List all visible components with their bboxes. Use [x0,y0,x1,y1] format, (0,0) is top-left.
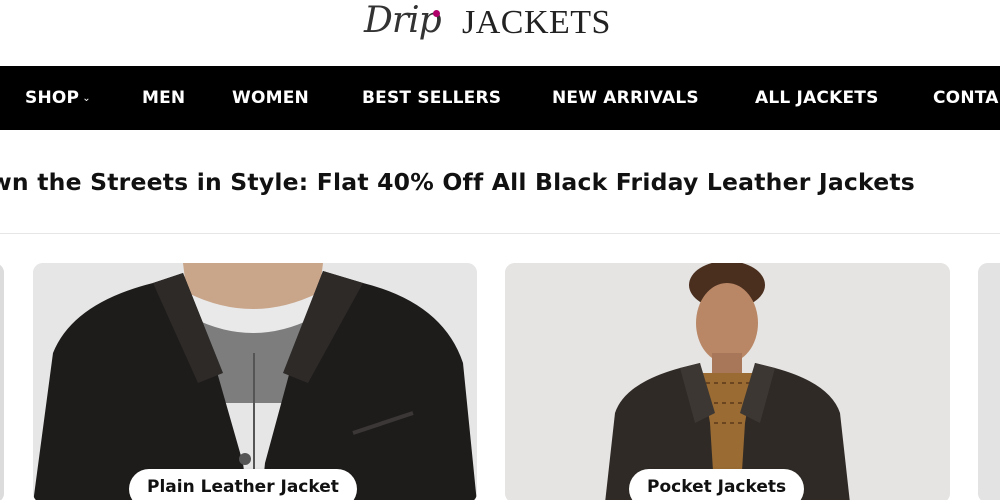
nav-item-new-arrivals[interactable]: NEW ARRIVALS [552,88,699,108]
logo-script-text: Drip [364,0,442,41]
nav-item-men[interactable]: MEN [142,88,185,108]
logo-wordmark: JACKETS [462,4,611,41]
logo-accent-dot [433,10,440,17]
category-card-partial-left[interactable] [0,263,4,500]
section-divider [0,233,1000,234]
nav-item-label: SHOP [25,88,80,108]
promo-banner-text: wn the Streets in Style: Flat 40% Off Al… [0,168,915,196]
category-card-partial-right[interactable] [978,263,1000,500]
category-image [978,263,1000,500]
nav-item-shop[interactable]: SHOP ⌄ [25,88,91,108]
main-nav: SHOP ⌄ MEN WOMEN BEST SELLERS NEW ARRIVAL… [0,66,1000,130]
nav-item-best-sellers[interactable]: BEST SELLERS [362,88,501,108]
category-card-pocket-jackets[interactable]: Pocket Jackets [505,263,950,500]
category-label[interactable]: Pocket Jackets [629,469,805,500]
nav-item-contact[interactable]: CONTA [933,88,999,108]
category-card-plain-leather[interactable]: Plain Leather Jacket [33,263,477,500]
brand-logo[interactable]: Drip JACKETS [0,0,1000,66]
category-image [33,263,477,500]
category-label[interactable]: Plain Leather Jacket [129,469,357,500]
category-image [505,263,950,500]
category-image [0,263,4,500]
chevron-down-icon: ⌄ [82,93,91,104]
nav-item-women[interactable]: WOMEN [232,88,309,108]
nav-item-all-jackets[interactable]: ALL JACKETS [755,88,879,108]
